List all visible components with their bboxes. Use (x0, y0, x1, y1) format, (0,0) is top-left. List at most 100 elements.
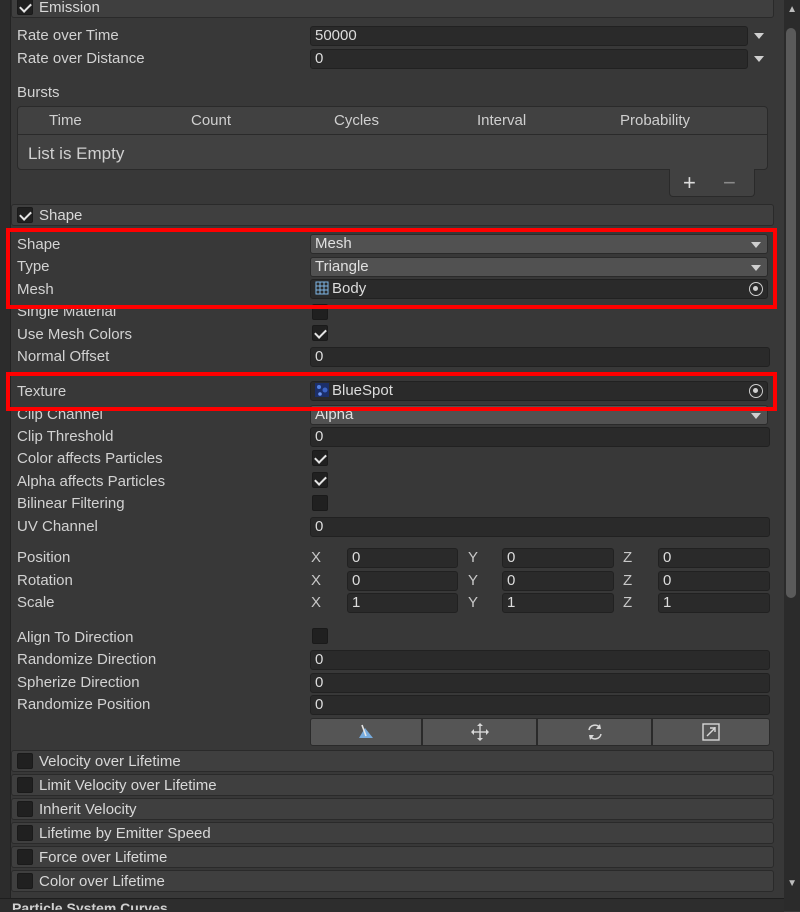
position-x-field[interactable]: 0 (347, 548, 458, 568)
mesh-object-field[interactable]: Body (310, 279, 768, 299)
alpha-affects-checkbox[interactable] (312, 472, 328, 488)
scale-z-label: Z (623, 594, 633, 611)
randomize-direction-label: Randomize Direction (17, 651, 157, 668)
module-enabled-checkbox[interactable] (17, 777, 33, 793)
mesh-label: Mesh (17, 281, 54, 298)
type-dropdown[interactable]: Triangle (310, 257, 768, 277)
type-label: Type (17, 258, 50, 275)
scale-x-field[interactable]: 1 (347, 593, 458, 613)
scale-x-label: X (311, 594, 322, 611)
shape-module-title: Shape (39, 207, 83, 224)
rotation-x-field[interactable]: 0 (347, 571, 458, 591)
module-header-color-over-lifetime[interactable]: Color over Lifetime (11, 870, 774, 892)
module-enabled-checkbox[interactable] (17, 753, 33, 769)
module-enabled-checkbox[interactable] (17, 873, 33, 889)
use-mesh-colors-checkbox[interactable] (312, 325, 328, 341)
scale-y-label: Y (468, 594, 479, 611)
position-y-field[interactable]: 0 (502, 548, 614, 568)
clip-channel-value: Alpha (315, 406, 354, 423)
single-material-checkbox[interactable] (312, 304, 328, 320)
randomize-position-field[interactable]: 0 (310, 695, 770, 715)
shape-module-header[interactable]: Shape (11, 204, 774, 226)
rate-over-distance-field[interactable]: 0 (310, 49, 748, 69)
bilinear-label: Bilinear Filtering (17, 495, 125, 512)
texture-object-field[interactable]: BlueSpot (310, 381, 768, 401)
scroll-down-icon[interactable]: ▼ (787, 878, 797, 889)
module-header-lifetime-by-speed[interactable]: Lifetime by Emitter Speed (11, 822, 774, 844)
mesh-icon (315, 281, 329, 295)
module-title: Lifetime by Emitter Speed (39, 825, 211, 842)
shape-dropdown-value: Mesh (315, 235, 352, 252)
scroll-up-icon[interactable]: ▲ (787, 4, 797, 15)
position-z-label: Z (623, 549, 633, 566)
rate-over-distance-curve-dropdown[interactable] (754, 56, 764, 62)
spherize-direction-label: Spherize Direction (17, 674, 140, 691)
rotation-y-field[interactable]: 0 (502, 571, 614, 591)
module-title: Limit Velocity over Lifetime (39, 777, 217, 794)
module-header-force-over-lifetime[interactable]: Force over Lifetime (11, 846, 774, 868)
color-affects-label: Color affects Particles (17, 450, 163, 467)
scale-z-field[interactable]: 1 (658, 593, 770, 613)
uv-channel-label: UV Channel (17, 518, 98, 535)
emission-enabled-checkbox[interactable] (17, 0, 33, 15)
move-shape-button[interactable] (422, 718, 537, 746)
shape-dropdown[interactable]: Mesh (310, 234, 768, 254)
clip-channel-label: Clip Channel (17, 406, 103, 423)
randomize-direction-field[interactable]: 0 (310, 650, 770, 670)
bursts-header: Time Count Cycles Interval Probability (18, 107, 767, 135)
rotate-shape-button[interactable] (537, 718, 652, 746)
uv-channel-field[interactable]: 0 (310, 517, 770, 537)
scale-y-field[interactable]: 1 (502, 593, 614, 613)
vertical-scrollbar[interactable]: ▲ ▼ (784, 0, 800, 911)
position-x-label: X (311, 549, 322, 566)
object-picker-icon[interactable] (749, 282, 763, 296)
alpha-affects-label: Alpha affects Particles (17, 473, 166, 490)
clip-channel-dropdown[interactable]: Alpha (310, 405, 768, 425)
chevron-down-icon (751, 413, 761, 419)
bursts-label: Bursts (17, 84, 60, 101)
module-enabled-checkbox[interactable] (17, 825, 33, 841)
object-picker-icon[interactable] (749, 384, 763, 398)
module-enabled-checkbox[interactable] (17, 849, 33, 865)
spherize-direction-field[interactable]: 0 (310, 673, 770, 693)
rotate-icon (587, 724, 602, 740)
bilinear-checkbox[interactable] (312, 495, 328, 511)
edit-shape-button[interactable] (310, 718, 422, 746)
position-z-field[interactable]: 0 (658, 548, 770, 568)
scale-label: Scale (17, 594, 55, 611)
emission-module-header[interactable]: Emission (11, 0, 774, 18)
align-direction-label: Align To Direction (17, 629, 134, 646)
normal-offset-field[interactable]: 0 (310, 347, 770, 367)
scale-shape-button[interactable] (652, 718, 770, 746)
module-title: Velocity over Lifetime (39, 753, 181, 770)
curves-title: Particle System Curves (12, 901, 168, 910)
bursts-list: Time Count Cycles Interval Probability L… (17, 106, 768, 170)
add-burst-button[interactable]: + (683, 170, 696, 196)
module-header-inherit-velocity[interactable]: Inherit Velocity (11, 798, 774, 820)
module-header-limit-velocity[interactable]: Limit Velocity over Lifetime (11, 774, 774, 796)
rate-over-time-field[interactable]: 50000 (310, 26, 748, 46)
clip-threshold-field[interactable]: 0 (310, 427, 770, 447)
rotation-x-label: X (311, 572, 322, 589)
rate-over-time-curve-dropdown[interactable] (754, 33, 764, 39)
type-dropdown-value: Triangle (315, 258, 369, 275)
module-title: Inherit Velocity (39, 801, 137, 818)
particle-system-curves-header[interactable]: Particle System Curves (0, 898, 784, 912)
texture-thumbnail-icon (315, 383, 329, 397)
bursts-col-count: Count (191, 112, 232, 129)
scrollbar-thumb[interactable] (786, 28, 796, 598)
rotation-y-label: Y (468, 572, 479, 589)
module-header-velocity-over-lifetime[interactable]: Velocity over Lifetime (11, 750, 774, 772)
shape-enabled-checkbox[interactable] (17, 207, 33, 223)
rotation-z-field[interactable]: 0 (658, 571, 770, 591)
emission-module-title: Emission (39, 0, 100, 16)
position-label: Position (17, 549, 71, 566)
shape-type-label: Shape (17, 236, 61, 253)
color-affects-checkbox[interactable] (312, 450, 328, 466)
remove-burst-button[interactable]: − (723, 170, 736, 196)
module-title: Force over Lifetime (39, 849, 168, 866)
particle-system-inspector: Emission Rate over Time 50000 Rate over … (0, 0, 800, 912)
use-mesh-colors-label: Use Mesh Colors (17, 326, 133, 343)
module-enabled-checkbox[interactable] (17, 801, 33, 817)
align-direction-checkbox[interactable] (312, 628, 328, 644)
